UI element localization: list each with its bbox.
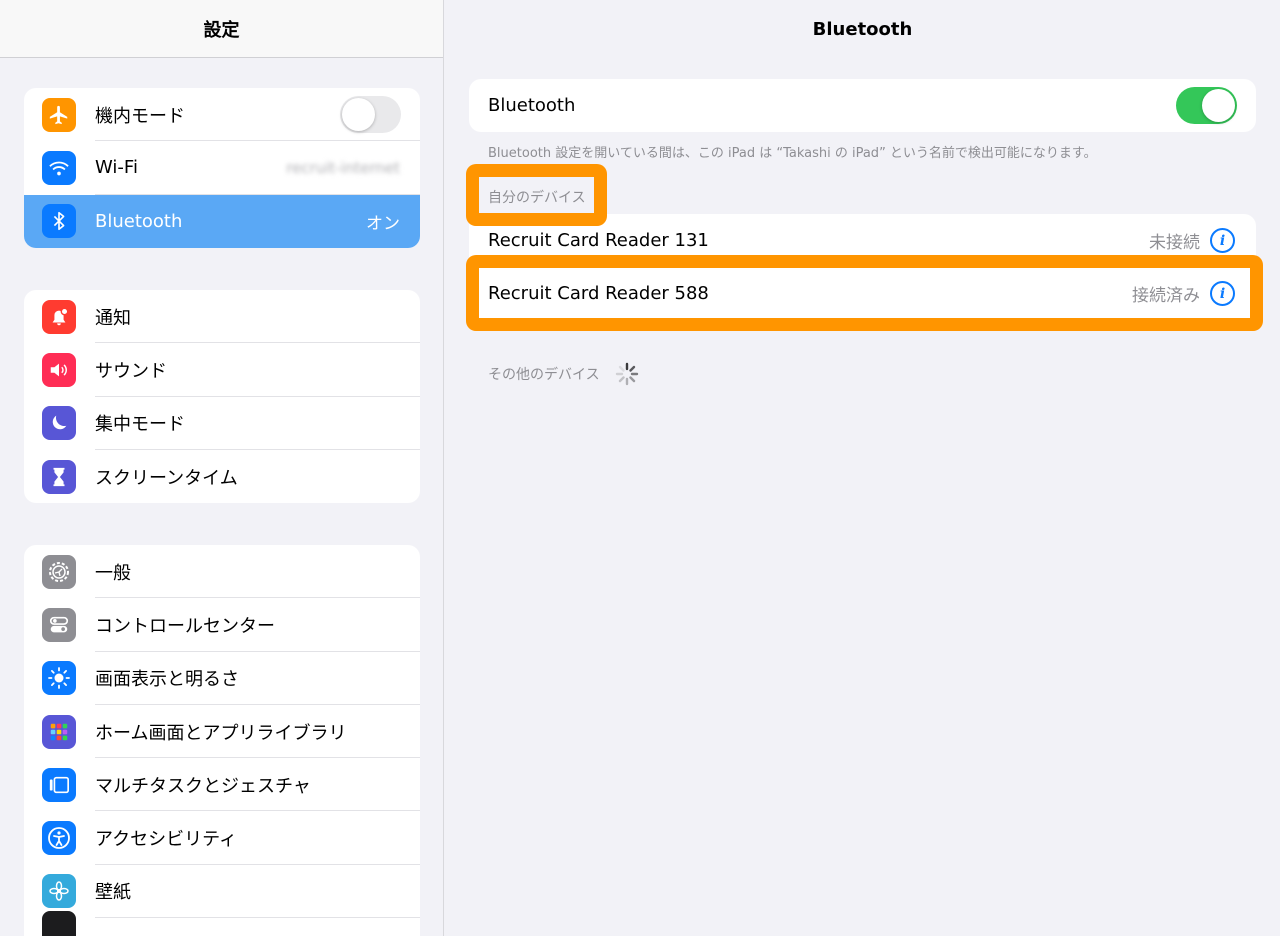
sidebar-item-label: Bluetooth: [95, 210, 183, 232]
sidebar-item-sounds[interactable]: サウンド: [24, 343, 420, 397]
sidebar-item-label: 機内モード: [95, 105, 185, 127]
sidebar-item-wifi[interactable]: Wi-Fi recruit-internet: [24, 141, 420, 195]
notifications-group: 通知 サウンド 集中モード スクリーンタイム: [24, 290, 420, 504]
sidebar-item-label: 壁紙: [95, 882, 131, 904]
sidebar-item-control-center[interactable]: コントロールセンター: [24, 598, 420, 652]
sidebar-item-label: スクリーンタイム: [95, 467, 238, 489]
my-devices-header-highlight: [466, 164, 607, 226]
discoverable-note: Bluetooth 設定を開いている間は、この iPad は “Takashi …: [488, 146, 1097, 161]
wifi-icon: [42, 150, 76, 185]
moon-icon: [42, 406, 76, 441]
sidebar-item-label: 集中モード: [95, 414, 185, 436]
sidebar-item-notifications[interactable]: 通知: [24, 290, 420, 344]
bluetooth-toggle-card: Bluetooth: [469, 79, 1256, 132]
other-devices-header: その他のデバイス: [488, 367, 600, 383]
sidebar-item-label: サウンド: [95, 360, 167, 382]
hourglass-icon: [42, 459, 76, 494]
multitask-icon: [42, 767, 76, 802]
info-icon[interactable]: i: [1210, 228, 1235, 253]
app-grid-icon: [42, 714, 76, 749]
sidebar-item-label: コントロールセンター: [95, 615, 275, 637]
sidebar-item-focus[interactable]: 集中モード: [24, 397, 420, 450]
sidebar-item-airplane-mode[interactable]: 機内モード: [24, 88, 420, 142]
flower-icon: [42, 874, 76, 909]
accessibility-icon: [42, 821, 76, 856]
sidebar-item-label: アクセシビリティ: [95, 829, 238, 851]
siri-icon: [42, 911, 76, 936]
sidebar-item-label: 一般: [95, 562, 131, 584]
loading-spinner-icon: [615, 362, 639, 386]
sidebar-item-label: 通知: [95, 307, 131, 329]
speaker-icon: [42, 352, 76, 387]
page-title: Bluetooth: [812, 18, 913, 40]
bell-icon: [42, 299, 76, 334]
sidebar-item-display-brightness[interactable]: 画面表示と明るさ: [24, 652, 420, 705]
sidebar-item-label: ホーム画面とアプリライブラリ: [95, 722, 347, 744]
sidebar-item-multitasking[interactable]: マルチタスクとジェスチャ: [24, 758, 420, 812]
settings-sidebar: 設定 機内モード Wi-Fi recruit-internet Bluetoot…: [0, 0, 444, 936]
sidebar-item-label: マルチタスクとジェスチャ: [95, 775, 311, 797]
wifi-network-name: recruit-internet: [286, 158, 400, 177]
sidebar-item-screen-time[interactable]: スクリーンタイム: [24, 450, 420, 503]
bluetooth-status-value: オン: [366, 213, 400, 234]
sidebar-title: 設定: [0, 0, 443, 58]
device-name: Recruit Card Reader 131: [488, 230, 709, 251]
general-group: 一般 コントロールセンター 画面表示と明るさ ホーム画面とアプリライブラリ マル…: [24, 545, 420, 936]
airplane-icon: [42, 97, 76, 132]
connectivity-group: 機内モード Wi-Fi recruit-internet Bluetooth オ…: [24, 88, 420, 248]
sidebar-item-wallpaper[interactable]: 壁紙: [24, 865, 420, 919]
device-status: 未接続: [1149, 233, 1200, 253]
sidebar-item-next-partial[interactable]: [24, 911, 420, 936]
sidebar-item-accessibility[interactable]: アクセシビリティ: [24, 811, 420, 865]
bluetooth-toggle-label: Bluetooth: [488, 95, 576, 116]
sidebar-item-label: Wi-Fi: [95, 157, 138, 179]
switches-icon: [42, 607, 76, 642]
bluetooth-icon: [42, 204, 76, 239]
bluetooth-toggle-row[interactable]: Bluetooth: [469, 79, 1256, 132]
sidebar-item-label: 画面表示と明るさ: [95, 669, 239, 691]
sidebar-item-home-screen[interactable]: ホーム画面とアプリライブラリ: [24, 705, 420, 759]
sun-icon: [42, 661, 76, 696]
connected-device-highlight: [466, 255, 1263, 331]
gear-icon: [42, 554, 76, 589]
sidebar-item-general[interactable]: 一般: [24, 545, 420, 599]
bluetooth-detail-pane: Bluetooth Bluetooth Bluetooth 設定を開いている間は…: [445, 0, 1280, 936]
sidebar-item-bluetooth[interactable]: Bluetooth オン: [24, 194, 420, 248]
airplane-mode-toggle[interactable]: [340, 96, 401, 133]
bluetooth-toggle[interactable]: [1176, 87, 1237, 124]
